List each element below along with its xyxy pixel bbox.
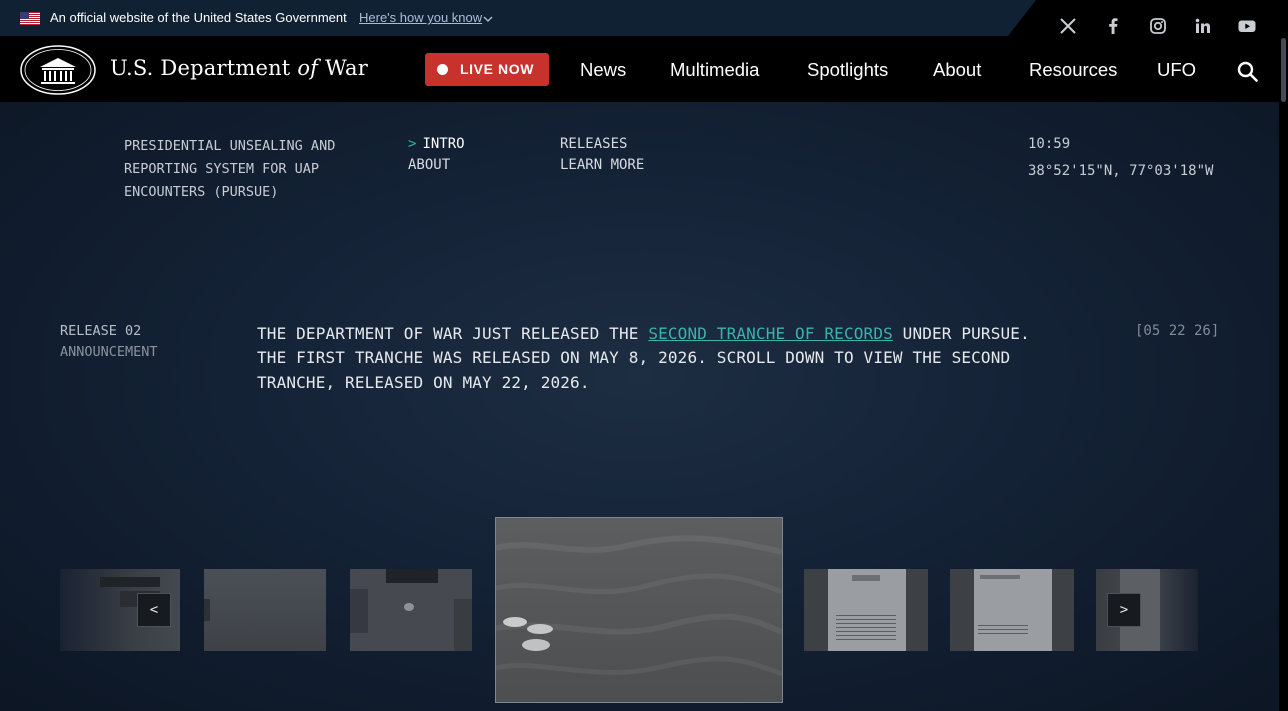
pursue-hero: PRESIDENTIAL UNSEALING AND REPORTING SYS… [0,102,1279,711]
nav-news[interactable]: News [580,59,626,81]
site-name-of: of [297,56,319,80]
active-caret: > [408,136,417,152]
subnav-intro-label: INTRO [422,136,465,152]
carousel-next-button[interactable]: > [1107,593,1141,627]
announcement-text: THE DEPARTMENT OF WAR JUST RELEASED THE … [257,322,1057,395]
nav-resources[interactable]: Resources [1029,59,1117,81]
us-flag-icon [20,12,40,25]
nav-ufo[interactable]: UFO [1157,59,1196,81]
live-now-label: LIVE NOW [460,61,535,77]
announce-pre: THE DEPARTMENT OF WAR JUST RELEASED THE [257,324,649,343]
second-tranche-link[interactable]: SECOND TRANCHE OF RECORDS [648,324,893,343]
scrollbar-thumb[interactable] [1281,38,1286,102]
carousel-thumb-document-page-1[interactable] [804,569,928,651]
department-seal-logo[interactable] [20,45,96,95]
coordinates-readout: 38°52'15"N, 77°03'18"W [1028,163,1214,179]
subnav-intro[interactable]: > INTRO [408,136,465,152]
carousel-thumb-ocean-grey[interactable] [204,569,326,651]
linkedin-icon[interactable] [1194,17,1212,35]
nav-multimedia[interactable]: Multimedia [670,59,759,81]
release-number: RELEASE 02 [60,323,142,339]
carousel-main-image[interactable] [495,517,783,703]
site-name-part: War [325,56,368,80]
official-site-text: An official website of the United States… [50,10,347,25]
carousel-prev-button[interactable]: < [137,593,171,627]
release-date-stamp: [05 22 26] [1135,323,1220,339]
nav-about[interactable]: About [933,59,981,81]
live-now-button[interactable]: LIVE NOW [425,53,549,86]
subnav-learn-more[interactable]: LEARN MORE [560,157,644,173]
ocean-footage-image [496,518,782,702]
subnav-about[interactable]: ABOUT [408,157,450,173]
instagram-icon[interactable] [1149,17,1167,35]
live-dot-icon [437,64,448,75]
how-you-know-link[interactable]: Here's how you know [359,10,482,25]
site-name[interactable]: U.S. Department of War [110,56,368,80]
x-icon[interactable] [1059,17,1077,35]
site-name-part: U.S. Department [110,56,291,80]
clock-readout: 10:59 [1028,136,1071,152]
facebook-icon[interactable] [1104,17,1122,35]
site-header: U.S. Department of War LIVE NOW News Mul… [0,36,1288,102]
youtube-icon[interactable] [1238,17,1256,35]
records-carousel: < > [60,517,1220,707]
chevron-down-icon[interactable] [483,16,493,23]
carousel-thumb-infrared-still[interactable] [350,569,472,651]
search-icon[interactable] [1237,61,1258,82]
subnav-releases[interactable]: RELEASES [560,136,627,152]
release-type: ANNOUNCEMENT [60,344,158,360]
page-scrollbar[interactable] [1279,36,1288,711]
nav-spotlights[interactable]: Spotlights [807,59,888,81]
program-title: PRESIDENTIAL UNSEALING AND REPORTING SYS… [124,138,336,200]
carousel-thumb-document-page-2[interactable] [950,569,1074,651]
